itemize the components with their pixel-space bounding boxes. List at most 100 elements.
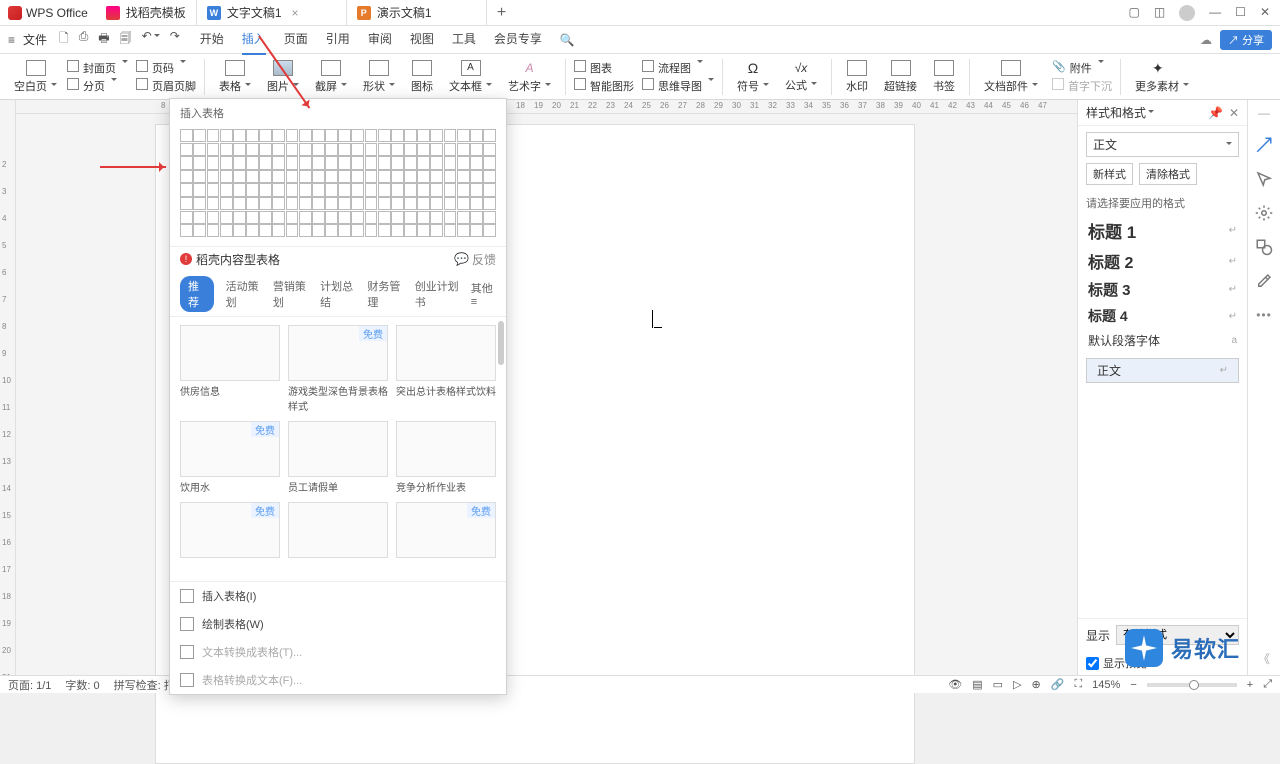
pin-icon[interactable]: 📌: [1208, 106, 1223, 120]
grid-cell[interactable]: [220, 156, 233, 169]
template-card[interactable]: 员工请假单: [288, 421, 388, 494]
grid-cell[interactable]: [259, 156, 272, 169]
tmpl-tab-3[interactable]: 计划总结: [320, 278, 355, 310]
style-item[interactable]: 正文↵: [1086, 358, 1239, 383]
grid-cell[interactable]: [444, 183, 457, 196]
grid-cell[interactable]: [351, 129, 364, 142]
grid-cell[interactable]: [193, 143, 206, 156]
grid-cell[interactable]: [259, 211, 272, 224]
grid-cell[interactable]: [180, 224, 193, 237]
grid-cell[interactable]: [193, 183, 206, 196]
grid-cell[interactable]: [325, 197, 338, 210]
style-item[interactable]: 标题 4↵: [1078, 303, 1247, 329]
tab-review[interactable]: 审阅: [368, 24, 392, 55]
dropdown-option[interactable]: 绘制表格(W): [170, 610, 506, 638]
grid-cell[interactable]: [312, 197, 325, 210]
ribbon-attachment[interactable]: 📎附件: [1052, 60, 1112, 76]
grid-cell[interactable]: [417, 129, 430, 142]
grid-cell[interactable]: [272, 224, 285, 237]
grid-cell[interactable]: [417, 183, 430, 196]
grid-cell[interactable]: [338, 143, 351, 156]
grid-cell[interactable]: [430, 143, 443, 156]
zoom-in[interactable]: +: [1247, 679, 1253, 691]
grid-cell[interactable]: [457, 129, 470, 142]
grid-cell[interactable]: [180, 197, 193, 210]
grid-cell[interactable]: [430, 129, 443, 142]
grid-cell[interactable]: [470, 224, 483, 237]
grid-cell[interactable]: [286, 129, 299, 142]
save-icon[interactable]: ⎙: [79, 29, 89, 50]
grid-cell[interactable]: [246, 224, 259, 237]
grid-cell[interactable]: [233, 143, 246, 156]
grid-cell[interactable]: [220, 224, 233, 237]
grid-cell[interactable]: [404, 129, 417, 142]
rail-tools-icon[interactable]: [1255, 272, 1273, 290]
grid-cell[interactable]: [325, 211, 338, 224]
grid-cell[interactable]: [391, 170, 404, 183]
grid-cell[interactable]: [483, 211, 496, 224]
grid-cell[interactable]: [378, 156, 391, 169]
zoom-slider[interactable]: [1147, 683, 1237, 687]
grid-cell[interactable]: [457, 197, 470, 210]
ribbon-picture[interactable]: 图片: [261, 60, 305, 94]
grid-cell[interactable]: [193, 211, 206, 224]
ribbon-more[interactable]: ✦更多素材: [1129, 60, 1195, 94]
grid-cell[interactable]: [207, 143, 220, 156]
zoom-out[interactable]: −: [1130, 679, 1136, 691]
template-card[interactable]: [288, 502, 388, 573]
grid-cell[interactable]: [470, 129, 483, 142]
preview-checkbox[interactable]: [1086, 657, 1099, 670]
grid-cell[interactable]: [233, 170, 246, 183]
grid-cell[interactable]: [404, 183, 417, 196]
table-grid-picker[interactable]: [170, 127, 506, 246]
grid-cell[interactable]: [483, 183, 496, 196]
grid-cell[interactable]: [220, 129, 233, 142]
grid-cell[interactable]: [325, 143, 338, 156]
tab-start[interactable]: 开始: [200, 24, 224, 55]
cube-icon[interactable]: ◫: [1154, 5, 1165, 21]
grid-cell[interactable]: [378, 197, 391, 210]
grid-cell[interactable]: [417, 224, 430, 237]
grid-cell[interactable]: [391, 156, 404, 169]
hamburger-icon[interactable]: ≡: [8, 33, 15, 47]
tab-ref[interactable]: 引用: [326, 24, 350, 55]
tmpl-tab-5[interactable]: 创业计划书: [415, 278, 459, 310]
grid-cell[interactable]: [378, 143, 391, 156]
grid-cell[interactable]: [286, 170, 299, 183]
rail-expand-icon[interactable]: 《: [1255, 649, 1273, 667]
grid-cell[interactable]: [207, 197, 220, 210]
grid-cell[interactable]: [391, 211, 404, 224]
grid-cell[interactable]: [312, 170, 325, 183]
template-card[interactable]: 供房信息: [180, 325, 280, 413]
grid-cell[interactable]: [299, 224, 312, 237]
grid-cell[interactable]: [444, 156, 457, 169]
grid-cell[interactable]: [457, 224, 470, 237]
grid-cell[interactable]: [180, 170, 193, 183]
grid-cell[interactable]: [338, 211, 351, 224]
grid-cell[interactable]: [391, 183, 404, 196]
ribbon-blank-page[interactable]: 空白页: [8, 60, 63, 94]
rail-collapse-icon[interactable]: —: [1258, 106, 1270, 120]
tab-tools[interactable]: 工具: [452, 24, 476, 55]
tab-pres1[interactable]: P 演示文稿1: [347, 0, 487, 25]
ribbon-bookmark[interactable]: 书签: [927, 60, 961, 94]
grid-cell[interactable]: [220, 170, 233, 183]
grid-cell[interactable]: [325, 156, 338, 169]
grid-cell[interactable]: [444, 170, 457, 183]
print-preview-icon[interactable]: 🗐: [120, 29, 132, 50]
feedback-link[interactable]: 💬反馈: [454, 251, 496, 268]
view-link-icon[interactable]: 🔗: [1051, 678, 1065, 691]
grid-cell[interactable]: [286, 224, 299, 237]
grid-cell[interactable]: [259, 183, 272, 196]
rail-more-icon[interactable]: •••: [1256, 308, 1272, 322]
rail-select-icon[interactable]: [1255, 170, 1273, 188]
grid-cell[interactable]: [220, 183, 233, 196]
grid-cell[interactable]: [430, 224, 443, 237]
view-web-icon[interactable]: ⊕: [1032, 678, 1041, 691]
grid-cell[interactable]: [430, 170, 443, 183]
grid-cell[interactable]: [365, 224, 378, 237]
grid-cell[interactable]: [404, 224, 417, 237]
print-icon[interactable]: 🖶: [98, 29, 109, 50]
tmpl-tab-2[interactable]: 营销策划: [273, 278, 308, 310]
grid-cell[interactable]: [220, 143, 233, 156]
